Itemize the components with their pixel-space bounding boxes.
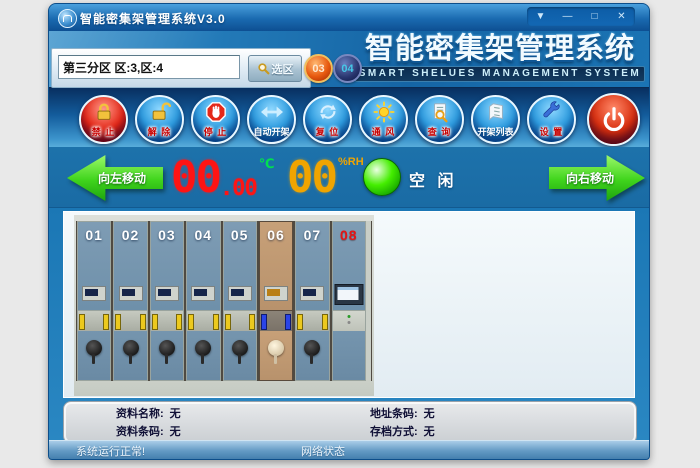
select-zone-label: 选区 xyxy=(272,61,294,77)
zone-badge-03[interactable]: 03 xyxy=(304,54,333,83)
record-info-panel: 资料名称:无 资料条码:无 地址条码:无 存档方式:无 xyxy=(63,401,637,444)
move-left-button[interactable]: 向左移动 xyxy=(67,155,163,201)
crank-handle-icon xyxy=(232,340,248,356)
search-icon xyxy=(257,62,270,75)
title-bar: 智能密集架管理系统V3.0 ▼ — □ ✕ xyxy=(49,4,649,32)
crank-handle-icon xyxy=(159,340,175,356)
shelves-photo: 01 02 03 04 xyxy=(74,215,374,396)
temperature-display: 00 .00 ℃ xyxy=(171,156,276,200)
status-bar: 系统运行正常! 网络状态 xyxy=(49,440,649,459)
auto-open-button[interactable]: 自动开架 xyxy=(247,95,296,144)
minimize-button[interactable]: — xyxy=(557,9,579,24)
system-state-label: 空 闲 xyxy=(409,167,457,191)
unit-control-panel xyxy=(300,286,324,301)
banner-title: 智能密集架管理系统 xyxy=(355,32,645,66)
unit-indicator-band xyxy=(224,311,256,331)
power-icon xyxy=(599,105,629,135)
humidity-value: 00 xyxy=(287,156,336,200)
app-logo-icon xyxy=(58,9,77,28)
wrench-icon xyxy=(541,101,563,123)
app-window: 智能密集架管理系统V3.0 ▼ — □ ✕ 选区 03 04 智能密集架管理系统… xyxy=(48,3,650,460)
crank-handle-icon xyxy=(304,340,320,356)
humidity-unit-label: %RH xyxy=(338,156,364,168)
unit-control-panel xyxy=(155,286,179,301)
crank-handle-icon xyxy=(123,340,139,356)
close-button[interactable]: ✕ xyxy=(611,9,633,24)
maximize-button[interactable]: □ xyxy=(584,9,606,24)
temperature-value: 00 xyxy=(171,156,220,200)
settings-button[interactable]: 设 置 xyxy=(527,95,576,144)
zone-select-bar: 选区 03 04 xyxy=(51,48,311,88)
power-button[interactable] xyxy=(587,93,640,146)
record-name-field: 资料名称:无 xyxy=(116,406,370,422)
unit-indicator-band xyxy=(114,311,146,331)
move-right-button[interactable]: 向右移动 xyxy=(549,155,645,201)
celsius-unit-label: ℃ xyxy=(259,156,275,172)
shelf-unit-05[interactable]: 05 xyxy=(223,221,257,381)
zone-input[interactable] xyxy=(58,55,240,79)
archive-mode-field: 存档方式:无 xyxy=(370,424,610,440)
unlock-icon xyxy=(149,101,171,123)
banner: 智能密集架管理系统 SMART SHELUES MANAGEMENT SYSTE… xyxy=(355,32,645,86)
unit-indicator-band xyxy=(187,311,219,331)
temperature-decimal: .00 xyxy=(220,178,257,200)
forbid-button[interactable]: 禁 止 xyxy=(79,95,128,144)
window-title: 智能密集架管理系统V3.0 xyxy=(80,10,226,27)
system-status-text: 系统运行正常! xyxy=(76,443,145,459)
release-button[interactable]: 解 除 xyxy=(135,95,184,144)
ventilation-button[interactable]: 通 风 xyxy=(359,95,408,144)
shelf-unit-02[interactable]: 02 xyxy=(113,221,147,381)
unit-control-panel xyxy=(264,286,288,301)
unit-indicator-band xyxy=(78,311,110,331)
shelf-unit-01[interactable]: 01 xyxy=(77,221,111,381)
record-barcode-field: 资料条码:无 xyxy=(116,424,370,440)
stop-button[interactable]: 停 止 xyxy=(191,95,240,144)
shelf-unit-04[interactable]: 04 xyxy=(186,221,220,381)
toolbar: 禁 止 解 除 停 止 自动开架 xyxy=(49,87,649,149)
unit-control-panel xyxy=(228,286,252,301)
shelf-row: 01 02 03 04 xyxy=(76,221,372,381)
auto-open-icon xyxy=(260,101,284,123)
shelf-unit-03[interactable]: 03 xyxy=(150,221,184,381)
shelf-unit-07[interactable]: 07 xyxy=(295,221,329,381)
unit-indicator-band xyxy=(260,311,292,331)
movement-status-row: 向左移动 00 .00 ℃ 00 %RH 空 闲 向右移动 xyxy=(49,147,649,208)
shelves-view-panel: 01 02 03 04 xyxy=(63,211,635,398)
unit-control-panel xyxy=(191,286,215,301)
menu-button[interactable]: ▼ xyxy=(530,9,552,24)
zone-badge-04[interactable]: 04 xyxy=(333,54,362,83)
unit-indicator-band xyxy=(151,311,183,331)
terminal-screen xyxy=(334,284,363,305)
select-zone-button[interactable]: 选区 xyxy=(248,55,302,82)
crank-handle-icon xyxy=(86,340,102,356)
unit-indicator-band xyxy=(296,311,328,331)
shelf-unit-06[interactable]: 06 xyxy=(259,221,293,381)
crank-handle-icon xyxy=(268,340,284,356)
open-list-icon xyxy=(485,101,507,123)
main-frame: 01 02 03 04 xyxy=(49,208,649,441)
reset-icon xyxy=(317,101,339,123)
query-icon xyxy=(429,101,451,123)
network-status-text: 网络状态 xyxy=(301,443,345,459)
lock-icon xyxy=(93,101,115,123)
open-list-button[interactable]: 开架列表 xyxy=(471,95,520,144)
stop-icon xyxy=(205,101,227,123)
unit-control-panel xyxy=(119,286,143,301)
shelf-unit-08[interactable]: 08 xyxy=(332,221,371,381)
unit-control-panel xyxy=(82,286,106,301)
status-light-green xyxy=(363,158,401,196)
banner-subtitle: SMART SHELUES MANAGEMENT SYSTEM xyxy=(355,66,645,82)
humidity-display: 00 %RH xyxy=(287,156,364,200)
window-controls: ▼ — □ ✕ xyxy=(527,7,635,26)
crank-handle-icon xyxy=(195,340,211,356)
header-row: 选区 03 04 智能密集架管理系统 SMART SHELUES MANAGEM… xyxy=(49,31,649,87)
ventilation-icon xyxy=(373,101,395,123)
reset-button[interactable]: 复 位 xyxy=(303,95,352,144)
address-barcode-field: 地址条码:无 xyxy=(370,406,610,422)
query-button[interactable]: 查 询 xyxy=(415,95,464,144)
unit-indicator-band xyxy=(333,311,365,331)
